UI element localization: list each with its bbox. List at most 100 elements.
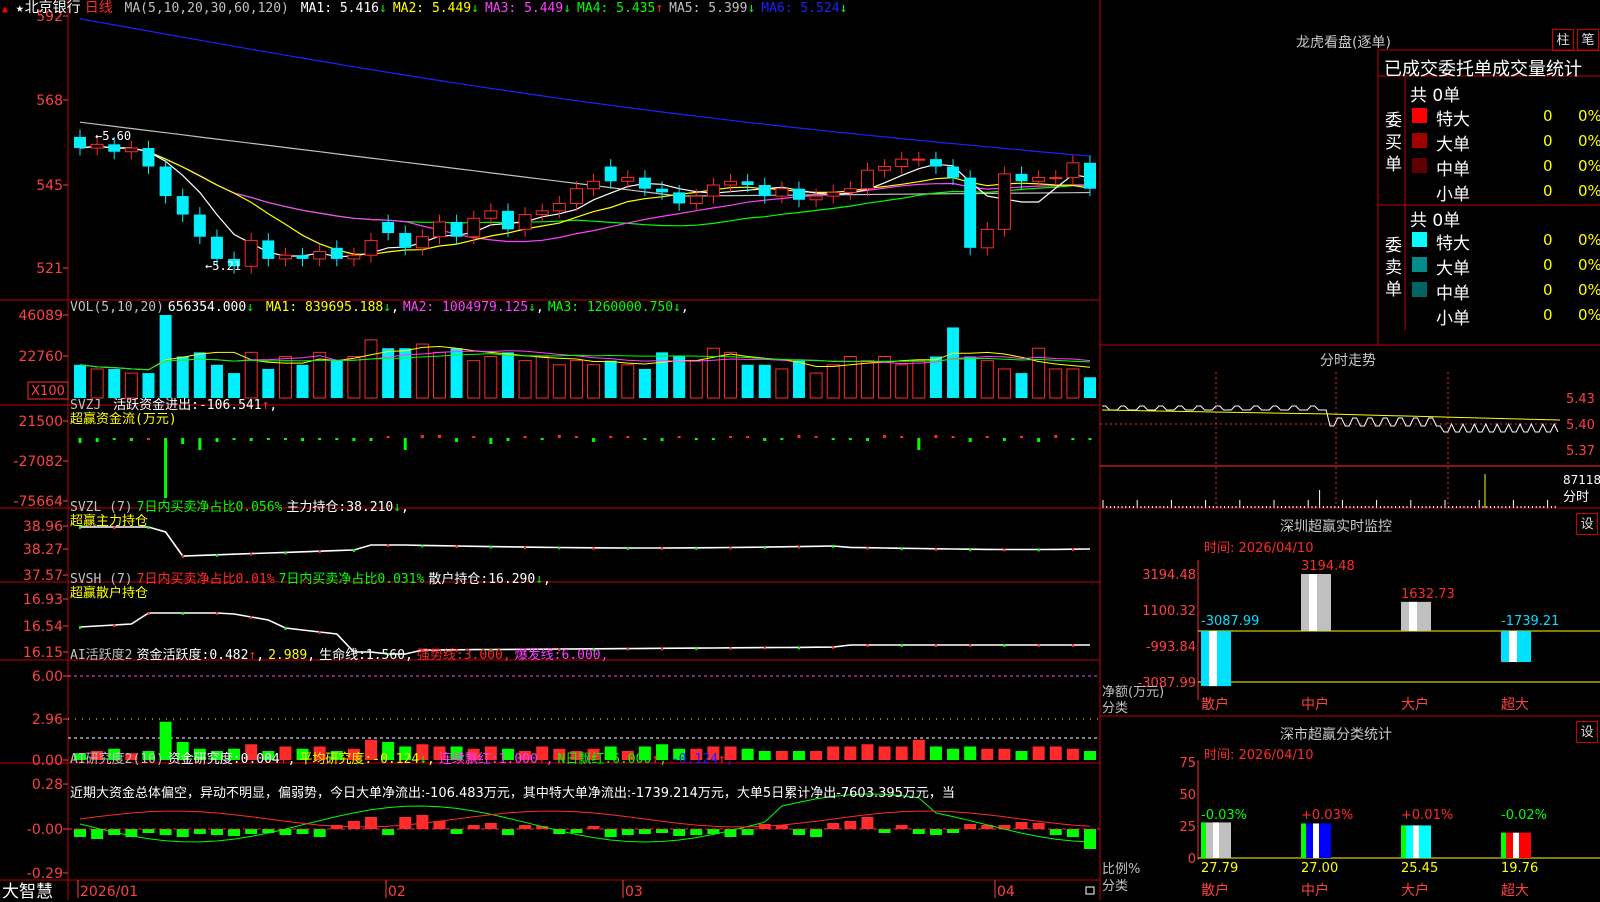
life-line-value: 1.560: [365, 648, 406, 663]
ai1-tick: 2.96: [32, 712, 63, 728]
fund-flow-bar: [386, 436, 390, 438]
research-bar: [193, 829, 206, 834]
period-label[interactable]: 日线: [85, 0, 113, 16]
fund-flow-bar: [403, 438, 407, 450]
main-force-dot: [524, 546, 527, 550]
sz-class-change: +0.03%: [1301, 808, 1353, 823]
continuous-red-label: 连续飘红:: [438, 752, 499, 767]
activity-bar: [1049, 746, 1062, 760]
fund-flow-bar: [232, 438, 236, 440]
buy-total: 共 0单: [1410, 86, 1461, 106]
fund-flow-bar: [985, 436, 989, 438]
sz-monitor-bar-highlight: [1309, 574, 1317, 631]
svsh-tick: 16.15: [23, 645, 63, 661]
fund-flow-bar: [626, 436, 630, 438]
fund-flow-bar: [489, 438, 493, 444]
vol-bar-down: [108, 368, 121, 398]
candle-up: [775, 188, 789, 197]
avg-research-arrow: ↓: [419, 752, 428, 767]
research-bar: [245, 829, 258, 834]
svzj-tick: 21500: [18, 414, 63, 430]
ai-activity-value2: 2.989: [268, 648, 308, 663]
vol-bar-down: [74, 364, 86, 398]
research-bar: [1049, 829, 1062, 835]
sz-class-time-label: 时间:: [1204, 748, 1235, 763]
vol-bar-up: [569, 360, 583, 399]
fund-flow-bar: [592, 438, 596, 442]
fund-flow-bar: [729, 436, 733, 438]
svsh-subtitle: 超赢散户持仓: [70, 586, 149, 601]
activity-bar: [895, 746, 908, 760]
fund-flow-bar: [420, 435, 424, 438]
research-bar: [690, 829, 703, 835]
sz-class-bar-highlight: [1513, 832, 1519, 858]
candle-down: [929, 159, 942, 167]
ai-activity-value: 0.482: [209, 648, 249, 663]
vol-bar-down: [159, 315, 172, 398]
app-logo[interactable]: 大智慧: [2, 877, 53, 902]
price-tick: 521: [36, 261, 63, 277]
main-header: ▲ ★北京银行 日线 MA(5,10,20,30,60,120) MA1: 5.4…: [2, 0, 857, 18]
favorite-star-icon[interactable]: ★: [16, 1, 24, 16]
bar-view-button[interactable]: 柱: [1552, 29, 1574, 51]
menu-arrow-icon[interactable]: ▲: [2, 4, 8, 15]
intraday-avg-line: [1101, 409, 1561, 421]
sz-class-time-value: 2026/04/10: [1238, 748, 1314, 763]
sell-swatch-3: [1412, 282, 1427, 297]
vol-bar-up: [895, 364, 909, 399]
stock-name: 北京银行: [24, 0, 81, 16]
retail-dot: [181, 612, 184, 615]
main-force-dot: [592, 546, 595, 550]
sz-monitor-tick: 3194.48: [1142, 568, 1196, 583]
date-label: 04: [997, 884, 1015, 900]
research-bar: [467, 825, 480, 829]
vol-bar-up: [433, 351, 446, 399]
price-tick: 568: [36, 93, 63, 109]
ma-value-5: MA5: 5.399↓: [669, 1, 756, 16]
svsh-tick: 16.93: [23, 592, 63, 608]
candle-up: [1066, 162, 1080, 179]
research-bar: [878, 829, 891, 833]
vol-tick: 22760: [18, 349, 63, 365]
vol-bar-down: [382, 348, 395, 398]
candle-down: [399, 233, 412, 248]
avg-research-label: 平均研究度:: [299, 752, 373, 767]
retail-dot: [147, 612, 150, 615]
svsh-arrow: ↓: [535, 572, 544, 587]
candle-up: [724, 180, 738, 186]
candle-up: [415, 236, 429, 249]
activity-bar: [741, 748, 754, 760]
retail-dot: [797, 646, 800, 650]
fund-flow-bar: [746, 436, 750, 438]
sz-monitor-time: 时间: 2026/04/10: [1204, 537, 1313, 556]
fund-flow-bar: [934, 435, 938, 438]
candle-down: [159, 166, 172, 197]
main-force-dot: [215, 553, 218, 557]
n-day-red-arrow: ↑: [651, 752, 660, 767]
sz-class-settings-button[interactable]: 设: [1576, 721, 1598, 743]
candle-up: [843, 188, 857, 193]
retail-dot: [934, 644, 937, 647]
intraday-tick: 5.37: [1566, 444, 1595, 459]
sz-monitor-settings-button[interactable]: 设: [1576, 513, 1598, 535]
dragon-panel-title: 龙虎看盘(逐单): [1296, 35, 1391, 51]
tick-view-button[interactable]: 笔: [1577, 29, 1599, 51]
sz-class-change: -0.02%: [1501, 808, 1547, 823]
research-extra-arrow: ↑: [717, 752, 726, 767]
activity-bar: [792, 751, 805, 760]
life-line-label: 生命线:: [319, 648, 366, 663]
sz-class-category: 散户: [1201, 882, 1229, 899]
dragon-tabs[interactable]: 已成交委托单成交量统计: [1384, 55, 1582, 81]
vol-bar-down: [501, 352, 514, 398]
sz-monitor-xlabel: 分类: [1102, 701, 1129, 716]
retail-dot: [1037, 644, 1040, 647]
fund-flow-bar: [146, 438, 150, 440]
strong-line-label: 强势线:: [416, 648, 464, 663]
sz-monitor-tick: 1100.32: [1142, 604, 1196, 619]
ai-activity-title: AI活跃度2: [70, 648, 133, 663]
research-bar: [74, 829, 86, 837]
retail-dot: [832, 646, 835, 650]
vol-bar-up: [535, 356, 549, 399]
vol-ma-3: MA3: 1260000.750↓,: [547, 300, 689, 315]
candle-down: [741, 181, 754, 185]
